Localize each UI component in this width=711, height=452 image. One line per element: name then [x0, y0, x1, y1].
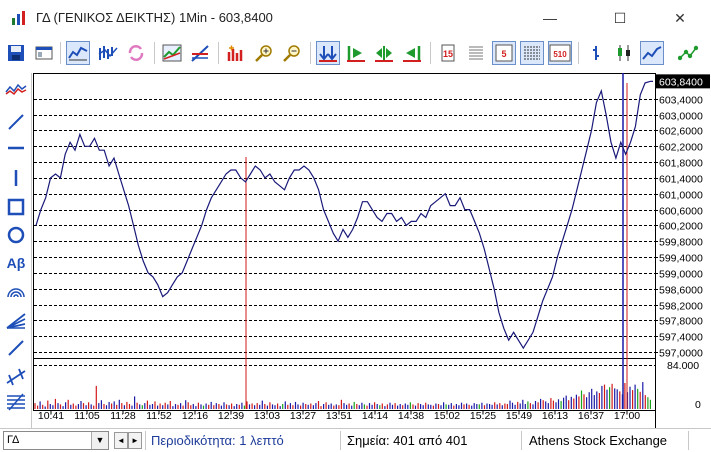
- price-tick-label: 601,4000: [659, 174, 703, 186]
- maximize-button[interactable]: ☐: [597, 0, 643, 36]
- time-tick-label: 16:37: [578, 410, 604, 422]
- close-button[interactable]: ✕: [657, 0, 703, 36]
- scroll-left-icon[interactable]: [400, 41, 424, 65]
- time-tick-label: 16:13: [542, 410, 568, 422]
- next-symbol-button[interactable]: ►: [128, 432, 142, 449]
- price-tick-label: 597,4000: [659, 332, 703, 344]
- save-icon[interactable]: [4, 41, 28, 65]
- time-tick-label: 15:25: [470, 410, 496, 422]
- prev-symbol-button[interactable]: ◄: [114, 432, 128, 449]
- trendline-icon[interactable]: [3, 109, 29, 135]
- ellipse-icon[interactable]: [3, 222, 29, 248]
- svg-text:510: 510: [553, 50, 567, 59]
- arc-icon[interactable]: [3, 279, 29, 305]
- scroll-both-icon[interactable]: [316, 41, 340, 65]
- price-tick-label: 597,0000: [659, 348, 703, 360]
- list-icon[interactable]: [464, 41, 488, 65]
- line-style-icon[interactable]: [640, 41, 664, 65]
- svg-text:5: 5: [501, 49, 506, 59]
- price-tick-label: 601,0000: [659, 190, 703, 202]
- exchange-label: Athens Stock Exchange: [529, 433, 668, 448]
- price-tick-label: 601,8000: [659, 158, 703, 170]
- main-toolbar: 15 5 510: [0, 38, 711, 70]
- refresh-icon[interactable]: [124, 41, 148, 65]
- chevron-down-icon[interactable]: ▼: [91, 432, 108, 449]
- horizontal-line-icon[interactable]: [3, 135, 29, 161]
- time-tick-label: 15:49: [506, 410, 532, 422]
- time-tick-label: 11:28: [110, 410, 136, 422]
- price-tick-label: 599,8000: [659, 237, 703, 249]
- chart-type-icon[interactable]: [3, 76, 29, 102]
- indicator-icon[interactable]: [188, 41, 212, 65]
- window-title: ΓΔ (ΓΕΝΙΚΟΣ ΔΕΙΚΤΗΣ) 1Min - 603,8400: [36, 10, 273, 25]
- drawing-tools-palette: Αβ: [0, 73, 32, 428]
- volume-tick-label: 0: [695, 399, 701, 411]
- points-label: Σημεία: 401 από 401: [347, 433, 468, 448]
- price-tick-label: 603,0000: [659, 111, 703, 123]
- fit-icon[interactable]: [372, 41, 396, 65]
- minimize-button[interactable]: —: [527, 0, 573, 36]
- svg-text:15: 15: [443, 49, 453, 59]
- price-tick-label: 597,8000: [659, 316, 703, 328]
- time-tick-label: 13:51: [326, 410, 352, 422]
- price-tick-label: 598,2000: [659, 301, 703, 313]
- price-tick-label: 599,0000: [659, 269, 703, 281]
- status-bar: ΓΔ ▼ ◄ ► Περιοδικότητα: 1 λεπτό Σημεία: …: [0, 428, 711, 452]
- text-tool-label: Αβ: [6, 255, 26, 271]
- period-label: Περιοδικότητα: 1 λεπτό: [151, 433, 284, 448]
- data-510-icon[interactable]: 510: [548, 41, 572, 65]
- volume-tick-label: 84.000: [667, 360, 699, 372]
- symbol-select[interactable]: ΓΔ ▼: [3, 431, 109, 450]
- scroll-right-icon[interactable]: [344, 41, 368, 65]
- time-tick-label: 10:41: [38, 410, 64, 422]
- zoom-in-icon[interactable]: [252, 41, 276, 65]
- line-icon[interactable]: [3, 335, 29, 361]
- text-icon[interactable]: Αβ: [3, 250, 29, 276]
- add-series-icon[interactable]: [224, 41, 248, 65]
- time-tick-label: 12:16: [182, 410, 208, 422]
- symbol-value: ΓΔ: [7, 434, 20, 446]
- last-price-label: 603,8400: [659, 76, 703, 88]
- time-tick-label: 11:52: [146, 410, 172, 422]
- time-tick-label: 13:03: [254, 410, 280, 422]
- time-tick-label: 11:05: [74, 410, 100, 422]
- connect-icon[interactable]: [676, 41, 700, 65]
- andrews-fork-icon[interactable]: [3, 363, 29, 389]
- title-bar: ΓΔ (ΓΕΝΙΚΟΣ ΔΕΙΚΤΗΣ) 1Min - 603,8400 — ☐…: [0, 0, 711, 36]
- bar-style-icon[interactable]: [584, 41, 608, 65]
- price-tick-label: 600,6000: [659, 206, 703, 218]
- vertical-line-icon[interactable]: [3, 165, 29, 191]
- properties-icon[interactable]: [32, 41, 56, 65]
- multi-chart-icon[interactable]: [96, 41, 120, 65]
- time-tick-label: 15:02: [434, 410, 460, 422]
- price-chart[interactable]: 603,4000 603,0000 602,6000 602,2000 601,8000…: [33, 73, 711, 428]
- price-tick-label: 598,6000: [659, 285, 703, 297]
- price-tick-label: 602,2000: [659, 142, 703, 154]
- price-tick-label: 599,4000: [659, 253, 703, 265]
- chart-area[interactable]: 603,4000 603,0000 602,6000 602,2000 601,8000…: [33, 73, 711, 428]
- time-tick-label: 13:27: [290, 410, 316, 422]
- data-5-icon[interactable]: 5: [492, 41, 516, 65]
- price-line: [35, 80, 651, 350]
- compare-icon[interactable]: [160, 41, 184, 65]
- price-tick-label: 600,2000: [659, 221, 703, 233]
- rectangle-icon[interactable]: [3, 194, 29, 220]
- zoom-out-icon[interactable]: [280, 41, 304, 65]
- fibonacci-fan-icon[interactable]: [3, 307, 29, 333]
- price-tick-label: 602,6000: [659, 126, 703, 138]
- line-chart-icon[interactable]: [66, 41, 90, 65]
- time-tick-label: 14:14: [362, 410, 388, 422]
- time-tick-label: 14:38: [398, 410, 424, 422]
- price-tick-label: 603,4000: [659, 95, 703, 107]
- candle-style-icon[interactable]: [612, 41, 636, 65]
- time-tick-label: 17:00: [614, 410, 640, 422]
- grid-icon[interactable]: [520, 41, 544, 65]
- page-icon[interactable]: 15: [436, 41, 460, 65]
- fibonacci-icon[interactable]: [3, 389, 29, 415]
- app-chart-icon: [12, 11, 25, 25]
- time-tick-label: 12:39: [218, 410, 244, 422]
